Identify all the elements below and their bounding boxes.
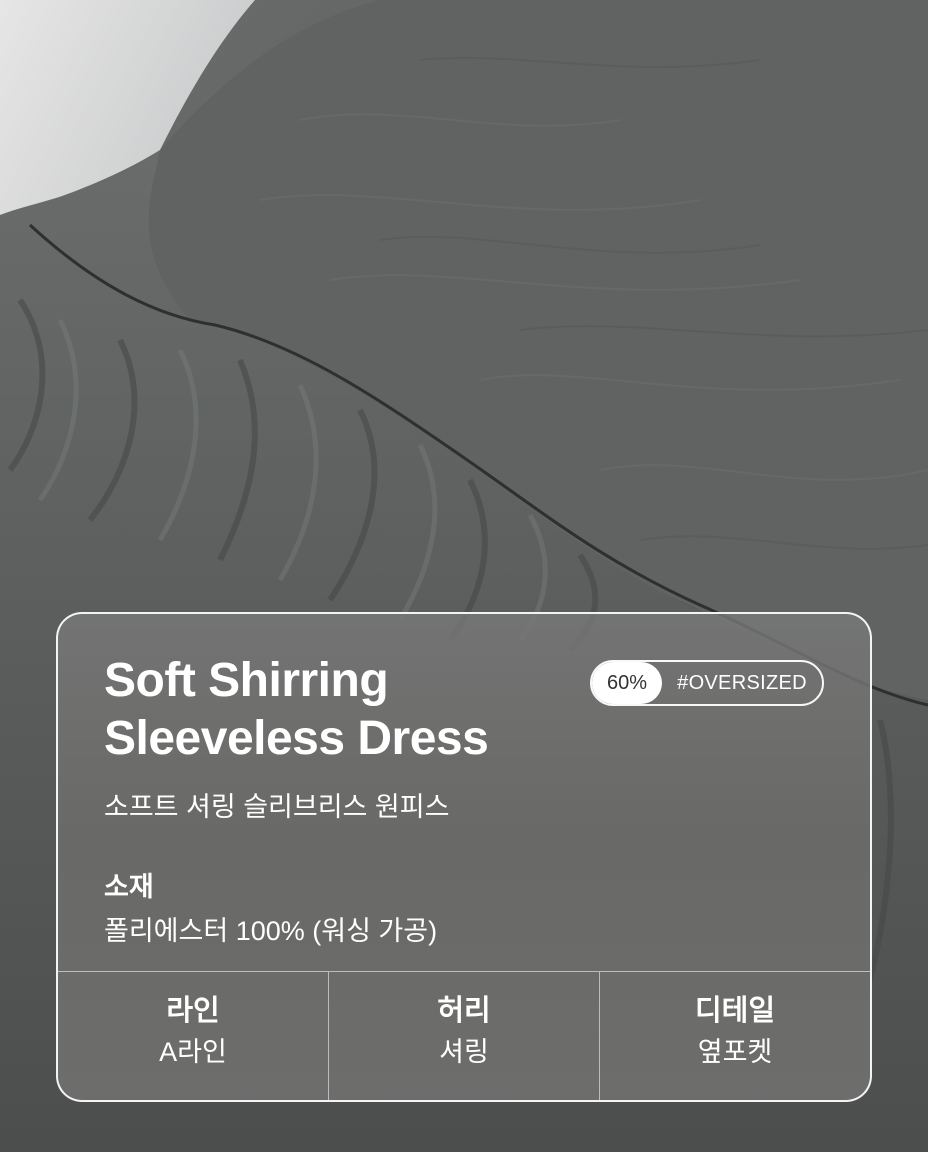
product-title-line2: Sleeveless Dress <box>104 712 489 765</box>
spec-line: 라인 A라인 <box>58 972 328 1100</box>
material-value: 폴리에스터 100% (워싱 가공) <box>104 916 438 946</box>
fit-percent: 60% <box>592 662 662 704</box>
product-info-card: Soft Shirring Sleeveless Dress 60% #OVER… <box>56 612 872 1102</box>
spec-detail: 디테일 옆포켓 <box>599 972 870 1100</box>
fit-tag: #OVERSIZED <box>677 671 807 694</box>
product-title-line1: Soft Shirring <box>104 654 389 707</box>
spec-waist: 허리 셔링 <box>328 972 599 1100</box>
spec-value: 셔링 <box>439 1037 489 1067</box>
fit-badge: 60% #OVERSIZED <box>590 660 824 706</box>
spec-value: A라인 <box>159 1037 227 1067</box>
spec-label: 디테일 <box>694 995 776 1027</box>
spec-value: 옆포켓 <box>697 1037 773 1067</box>
spec-table: 라인 A라인 허리 셔링 디테일 옆포켓 <box>58 971 870 1100</box>
spec-label: 라인 <box>166 995 220 1027</box>
material-label: 소재 <box>104 872 154 902</box>
product-subtitle-korean: 소프트 셔링 슬리브리스 원피스 <box>104 792 450 822</box>
spec-label: 허리 <box>437 995 491 1027</box>
product-title: Soft Shirring Sleeveless Dress <box>104 652 489 768</box>
